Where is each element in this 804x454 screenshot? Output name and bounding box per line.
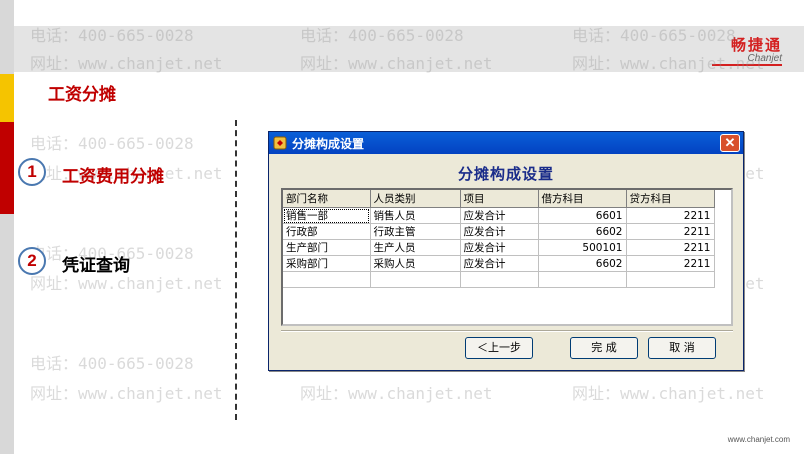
left-stripe-red (0, 122, 14, 214)
cell-debit[interactable]: 500101 (538, 239, 627, 256)
table-row[interactable]: 销售一部 销售人员 应发合计 6601 2211 (283, 207, 715, 224)
cell-staff-type[interactable]: 生产人员 (370, 239, 461, 256)
column-header-dept[interactable]: 部门名称 (283, 190, 371, 208)
dialog-title: 分摊构成设置 (292, 136, 365, 151)
left-stripe-yellow (0, 74, 14, 122)
watermark-phone: 电话：400-665-0028 (30, 354, 194, 373)
cell-item[interactable]: 应发合计 (460, 255, 539, 272)
cell-staff-type[interactable]: 采购人员 (370, 255, 461, 272)
table-row[interactable]: 采购部门 采购人员 应发合计 6602 2211 (283, 255, 715, 272)
watermark-phone: 电话：400-665-0028 (30, 134, 194, 153)
brand-swoosh (712, 64, 782, 66)
cell-staff-type[interactable]: 销售人员 (370, 207, 461, 224)
cell-dept[interactable]: 采购部门 (283, 255, 371, 272)
nav-step-1-number[interactable]: 1 (18, 158, 46, 186)
brand-name-cn: 畅捷通 (730, 36, 782, 54)
column-header-credit[interactable]: 贷方科目 (626, 190, 715, 208)
cell-dept[interactable]: 销售一部 (283, 207, 371, 224)
dialog-heading: 分摊构成设置 (457, 165, 554, 183)
nav-step-1-label[interactable]: 工资费用分摊 (62, 162, 164, 187)
cell-item[interactable]: 应发合计 (460, 207, 539, 224)
column-header-item[interactable]: 项目 (460, 190, 539, 208)
table-row-empty[interactable] (283, 271, 715, 288)
cell-dept[interactable]: 生产部门 (283, 239, 371, 256)
table-row[interactable]: 生产部门 生产人员 应发合计 500101 2211 (283, 239, 715, 256)
cell-debit[interactable]: 6602 (538, 255, 627, 272)
dialog-titlebar[interactable]: 分摊构成设置 ✕ (269, 132, 743, 154)
watermark-site: 网址：www.chanjet.net (30, 384, 223, 403)
finish-button[interactable]: 完 成 (570, 337, 638, 359)
footer-url: www.chanjet.com (727, 435, 790, 444)
column-header-debit[interactable]: 借方科目 (538, 190, 627, 208)
cell-credit[interactable]: 2211 (626, 239, 715, 256)
cell-item[interactable]: 应发合计 (460, 239, 539, 256)
brand-logo: 畅捷通 Chanjet (712, 34, 782, 66)
column-header-staff-type[interactable]: 人员类别 (370, 190, 461, 208)
nav-step-2-label[interactable]: 凭证查询 (62, 251, 130, 276)
section-title: 工资分摊 (48, 85, 116, 105)
cell-item[interactable]: 应发合计 (460, 223, 539, 240)
watermark-site: 网址：www.chanjet.net (300, 384, 493, 403)
dialog-separator (281, 330, 733, 332)
app-icon (272, 135, 288, 151)
cell-debit[interactable]: 6601 (538, 207, 627, 224)
cell-credit[interactable]: 2211 (626, 207, 715, 224)
brand-name-en: Chanjet (747, 53, 782, 64)
previous-step-button[interactable]: ＜上一步 (465, 337, 533, 359)
watermark-site: 网址：www.chanjet.net (572, 384, 765, 403)
cancel-button[interactable]: 取 消 (648, 337, 716, 359)
top-band (14, 26, 804, 72)
dashed-divider (235, 120, 237, 420)
cell-credit[interactable]: 2211 (626, 255, 715, 272)
allocation-setup-dialog: 分摊构成设置 ✕ 分摊构成设置 部门名称 人员类别 项目 借方科目 贷方科目 销… (268, 131, 744, 371)
table-row[interactable]: 行政部 行政主管 应发合计 6602 2211 (283, 223, 715, 240)
cell-credit[interactable]: 2211 (626, 223, 715, 240)
cell-staff-type[interactable]: 行政主管 (370, 223, 461, 240)
close-icon[interactable]: ✕ (720, 134, 740, 152)
allocation-grid[interactable]: 部门名称 人员类别 项目 借方科目 贷方科目 销售一部 销售人员 应发合计 66… (281, 188, 733, 326)
nav-step-2-number[interactable]: 2 (18, 247, 46, 275)
left-stripe (0, 0, 14, 454)
cell-debit[interactable]: 6602 (538, 223, 627, 240)
cell-dept[interactable]: 行政部 (283, 223, 371, 240)
grid-header-row: 部门名称 人员类别 项目 借方科目 贷方科目 (283, 190, 715, 208)
